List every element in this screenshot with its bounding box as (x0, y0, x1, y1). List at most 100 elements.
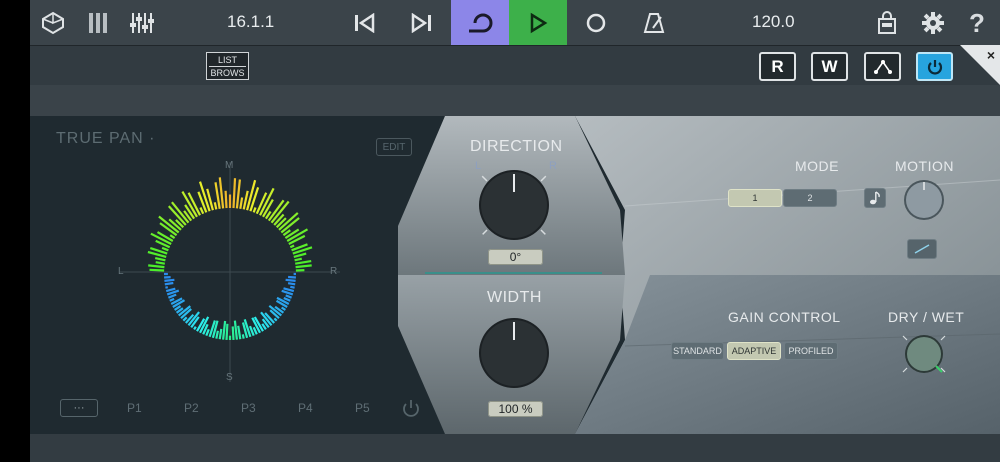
close-plugin-button[interactable]: × (960, 45, 1000, 85)
edit-button[interactable]: EDIT (376, 138, 412, 156)
scope-ray (283, 296, 291, 302)
scope-ray (225, 323, 229, 340)
preset-p2[interactable]: P2 (184, 401, 199, 415)
scope-ray (290, 285, 295, 289)
channel-strip-icon[interactable] (125, 6, 159, 40)
help-icon[interactable]: ? (960, 6, 994, 40)
scope-ray (241, 334, 245, 339)
preset-p3[interactable]: P3 (241, 401, 256, 415)
scope-ray (295, 264, 312, 269)
scope-ray (252, 207, 257, 213)
scope-ray (285, 278, 296, 282)
scope-ray (149, 268, 165, 272)
width-label: WIDTH (487, 289, 542, 306)
automation-button[interactable] (864, 52, 901, 81)
gain-profiled-button[interactable]: PROFILED (784, 342, 838, 360)
app-frame: 16.1.1 120.0 ? LIST BROWS R W × TRUE PAN… (30, 0, 1000, 462)
scope-ray (161, 246, 169, 252)
automation-icon (873, 59, 892, 74)
note-sync-button[interactable] (864, 188, 886, 208)
scope-ray (233, 320, 238, 340)
rewind-button[interactable] (335, 0, 393, 45)
direction-knob[interactable] (471, 162, 557, 248)
scope-ray (231, 326, 235, 340)
scope-ray (218, 328, 223, 340)
note-icon (870, 191, 880, 205)
project-icon[interactable] (36, 6, 70, 40)
scope-ray (148, 264, 165, 269)
preset-p5[interactable]: P5 (355, 401, 370, 415)
dry-wet-label: DRY / WET (888, 309, 965, 325)
direction-right-mark: R (549, 160, 557, 172)
top-toolbar: 16.1.1 120.0 ? (30, 0, 1000, 45)
scope-ray (283, 287, 295, 293)
scope-ray (165, 286, 169, 289)
preset-p4[interactable]: P4 (298, 401, 313, 415)
width-knob[interactable] (471, 310, 557, 396)
rewind-icon (355, 12, 375, 33)
scope-ray (213, 202, 218, 210)
gain-standard-button[interactable]: STANDARD (671, 342, 724, 360)
scope-ray (182, 316, 188, 322)
scope-ray (169, 297, 175, 302)
scope-ray (169, 234, 176, 240)
play-button[interactable] (509, 0, 567, 45)
motion-knob[interactable] (900, 176, 948, 224)
direction-value[interactable]: 0° (488, 249, 543, 265)
gear-icon[interactable] (916, 6, 950, 40)
scope-ray (165, 287, 176, 293)
motion-curve-button[interactable] (907, 239, 937, 259)
mode-option-2[interactable]: 2 (783, 189, 837, 207)
record-button[interactable] (567, 0, 625, 45)
scope-ray (239, 197, 244, 209)
read-automation-button[interactable]: R (759, 52, 796, 81)
preset-power-icon[interactable] (400, 398, 422, 420)
scope-ray (193, 326, 197, 330)
ramp-icon (914, 244, 930, 254)
preset-p1[interactable]: P1 (127, 401, 142, 415)
dry-wet-knob[interactable] (894, 324, 954, 384)
scope-ray (252, 326, 258, 335)
bag-icon[interactable] (870, 6, 904, 40)
list-label: LIST (217, 55, 237, 65)
scope-ray (215, 330, 219, 339)
mode-option-1[interactable]: 1 (728, 189, 782, 207)
scope-ray (222, 320, 227, 340)
stereo-scope (120, 162, 340, 382)
scope-ray (224, 190, 228, 209)
brows-label: BROWS (209, 66, 246, 78)
list-browse-button[interactable]: LIST BROWS (206, 52, 249, 80)
direction-label: DIRECTION (470, 138, 563, 155)
motion-label: MOTION (895, 158, 954, 174)
write-automation-button[interactable]: W (811, 52, 848, 81)
scope-ray (232, 178, 237, 209)
scope-ray (164, 281, 174, 286)
metronome-button[interactable] (625, 0, 683, 45)
scope-label-right: R (330, 266, 338, 277)
truepan-title: TRUE PAN · (56, 130, 156, 147)
scope-ray (184, 204, 196, 220)
close-icon: × (986, 47, 995, 63)
gain-adaptive-button[interactable]: ADAPTIVE (727, 342, 781, 360)
direction-left-mark: L (475, 160, 482, 172)
scope-ray (235, 179, 241, 209)
scope-ray (281, 306, 286, 311)
tempo-display[interactable]: 120.0 (752, 12, 795, 32)
scope-ray (284, 228, 300, 240)
scope-ray (287, 282, 296, 286)
header-strip (30, 85, 1000, 116)
mode-label: MODE (795, 158, 839, 174)
metronome-icon (643, 12, 665, 33)
song-position[interactable]: 16.1.1 (227, 12, 274, 32)
scope-ray (218, 177, 225, 209)
forward-button[interactable] (393, 0, 451, 45)
scope-label-left: L (118, 266, 124, 277)
gain-control-label: GAIN CONTROL (728, 309, 841, 325)
preset-more-button[interactable]: ··· (60, 399, 98, 417)
plugin-power-button[interactable] (916, 52, 953, 81)
scope-ray (205, 328, 210, 337)
width-value[interactable]: 100 % (488, 401, 543, 417)
loop-button[interactable] (451, 0, 509, 45)
scope-label-mid: M (225, 160, 234, 171)
mixer-icon[interactable] (81, 6, 115, 40)
